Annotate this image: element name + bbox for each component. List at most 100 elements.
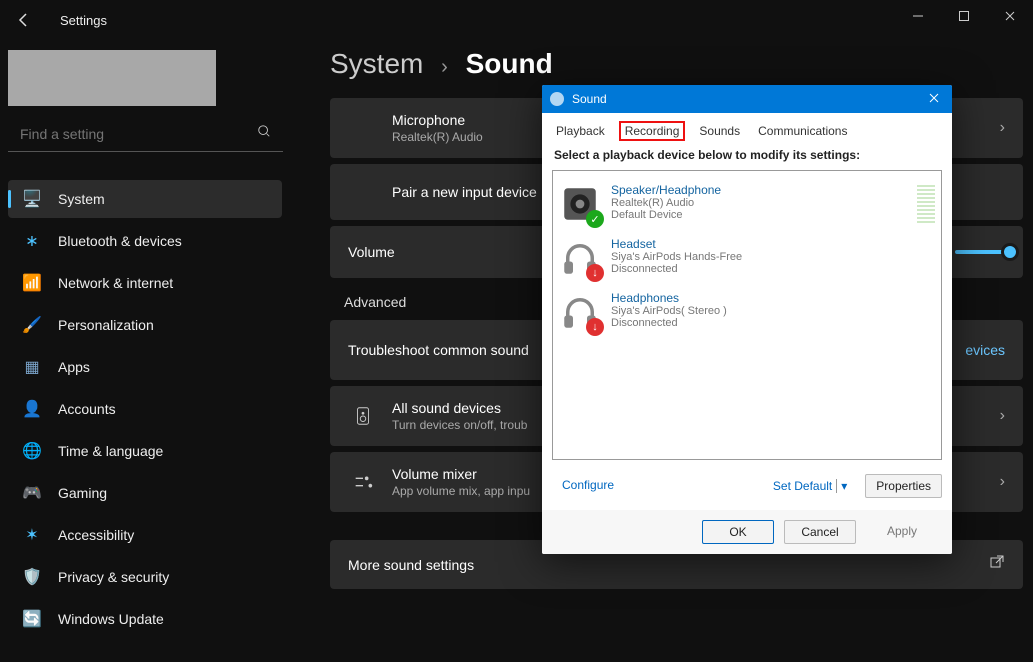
profile-block xyxy=(8,50,216,106)
breadcrumb-leaf: Sound xyxy=(466,48,553,79)
chevron-right-icon: › xyxy=(1000,119,1005,137)
nav-label: Privacy & security xyxy=(58,569,169,585)
device-icon: ✓ xyxy=(559,183,601,225)
breadcrumb: System › Sound xyxy=(330,48,1023,80)
minimize-button[interactable] xyxy=(895,0,941,32)
nav-icon: 🌐 xyxy=(22,441,42,461)
volume-slider-thumb[interactable] xyxy=(1001,243,1019,261)
set-default-button[interactable]: Set Default ▾ xyxy=(763,474,857,498)
device-driver: Siya's AirPods Hands-Free xyxy=(611,251,742,263)
volume-slider[interactable] xyxy=(955,250,1005,254)
tab-communications[interactable]: Communications xyxy=(754,121,851,141)
devices-link[interactable]: evices xyxy=(965,342,1005,358)
sidebar-item-gaming[interactable]: 🎮 Gaming xyxy=(8,474,282,512)
tab-recording[interactable]: Recording xyxy=(619,121,686,141)
apply-button[interactable]: Apply xyxy=(866,520,938,544)
more-sound-label: More sound settings xyxy=(348,557,474,573)
dialog-tabs: Playback Recording Sounds Communications xyxy=(552,121,942,142)
device-status: Disconnected xyxy=(611,263,742,275)
maximize-button[interactable] xyxy=(941,0,987,32)
sidebar-item-apps[interactable]: ▦ Apps xyxy=(8,348,282,386)
nav-icon: 🛡️ xyxy=(22,567,42,587)
external-link-icon xyxy=(989,554,1005,575)
device-row[interactable]: ↓HeadphonesSiya's AirPods( Stereo )Disco… xyxy=(559,285,935,339)
level-meter xyxy=(917,183,935,225)
breadcrumb-sep: › xyxy=(441,56,448,78)
breadcrumb-root[interactable]: System xyxy=(330,48,423,79)
mixer-title: Volume mixer xyxy=(392,466,530,482)
nav-icon: ▦ xyxy=(22,357,42,377)
nav-icon: ✶ xyxy=(22,525,42,545)
nav-icon: ∗ xyxy=(22,231,42,251)
sidebar-item-personalization[interactable]: 🖌️ Personalization xyxy=(8,306,282,344)
device-icon: ↓ xyxy=(559,237,601,279)
sound-dialog: Sound Playback Recording Sounds Communicati… xyxy=(542,85,952,554)
nav-label: Time & language xyxy=(58,443,163,459)
speaker-settings-icon xyxy=(348,405,378,427)
sidebar-item-network-internet[interactable]: 📶 Network & internet xyxy=(8,264,282,302)
tab-sounds[interactable]: Sounds xyxy=(695,121,744,141)
sidebar-item-windows-update[interactable]: 🔄 Windows Update xyxy=(8,600,282,638)
close-button[interactable] xyxy=(987,0,1033,32)
pair-title: Pair a new input device xyxy=(392,184,537,200)
device-name: Headphones xyxy=(611,291,727,305)
sidebar-item-system[interactable]: 🖥️ System xyxy=(8,180,282,218)
device-driver: Siya's AirPods( Stereo ) xyxy=(611,305,727,317)
tab-playback[interactable]: Playback xyxy=(552,121,609,141)
dialog-instruction: Select a playback device below to modify… xyxy=(554,148,942,162)
search-input[interactable] xyxy=(20,126,257,142)
chevron-right-icon: › xyxy=(1000,407,1005,425)
device-icon: ↓ xyxy=(559,291,601,333)
app-title: Settings xyxy=(60,13,107,28)
all-devices-title: All sound devices xyxy=(392,400,527,416)
troubleshoot-label: Troubleshoot common sound xyxy=(348,342,529,358)
nav-icon: 🖌️ xyxy=(22,315,42,335)
cancel-button[interactable]: Cancel xyxy=(784,520,856,544)
device-row[interactable]: ✓Speaker/HeadphoneRealtek(R) AudioDefaul… xyxy=(559,177,935,231)
sidebar-item-accessibility[interactable]: ✶Accessibility xyxy=(8,516,282,554)
nav-label: Personalization xyxy=(58,317,154,333)
sidebar: 🖥️ System ∗ Bluetooth & devices 📶 Network & i… xyxy=(0,40,290,650)
device-name: Headset xyxy=(611,237,742,251)
sidebar-item-bluetooth-devices[interactable]: ∗ Bluetooth & devices xyxy=(8,222,282,260)
device-status: Default Device xyxy=(611,209,721,221)
nav-icon: 👤 xyxy=(22,399,42,419)
down-arrow-icon: ↓ xyxy=(586,264,604,282)
nav-label: Gaming xyxy=(58,485,107,501)
nav-icon: 🎮 xyxy=(22,483,42,503)
back-button[interactable] xyxy=(12,8,36,32)
chevron-right-icon: › xyxy=(1000,473,1005,491)
nav-icon: 🔄 xyxy=(22,609,42,629)
titlebar: Settings xyxy=(0,0,1033,40)
set-default-label: Set Default xyxy=(773,479,832,493)
nav-label: Windows Update xyxy=(58,611,164,627)
down-arrow-icon: ↓ xyxy=(586,318,604,336)
nav-label: Bluetooth & devices xyxy=(58,233,182,249)
sidebar-item-privacy-security[interactable]: 🛡️ Privacy & security xyxy=(8,558,282,596)
sidebar-item-time-language[interactable]: 🌐 Time & language xyxy=(8,432,282,470)
device-list[interactable]: ✓Speaker/HeadphoneRealtek(R) AudioDefaul… xyxy=(552,170,942,460)
dialog-titlebar[interactable]: Sound xyxy=(542,85,952,113)
device-driver: Realtek(R) Audio xyxy=(611,197,721,209)
dialog-close-button[interactable] xyxy=(924,92,944,107)
microphone-title: Microphone xyxy=(392,112,483,128)
nav-label: System xyxy=(58,191,105,207)
search-field[interactable] xyxy=(8,116,283,152)
configure-button[interactable]: Configure xyxy=(552,474,624,498)
nav-icon: 📶 xyxy=(22,273,42,293)
dialog-title: Sound xyxy=(572,92,607,106)
nav-label: Network & internet xyxy=(58,275,173,291)
ok-button[interactable]: OK xyxy=(702,520,774,544)
nav-label: Apps xyxy=(58,359,90,375)
all-devices-sub: Turn devices on/off, troub xyxy=(392,418,527,432)
nav-label: Accounts xyxy=(58,401,116,417)
device-row[interactable]: ↓ HeadsetSiya's AirPods Hands-FreeDisconn… xyxy=(559,231,935,285)
nav-icon: 🖥️ xyxy=(22,189,42,209)
sidebar-item-accounts[interactable]: 👤 Accounts xyxy=(8,390,282,428)
search-icon xyxy=(257,124,271,143)
nav-list: 🖥️ System ∗ Bluetooth & devices 📶 Network & i… xyxy=(8,180,282,638)
window-controls xyxy=(895,0,1033,32)
dropdown-icon[interactable]: ▾ xyxy=(836,479,847,493)
sound-dialog-icon xyxy=(550,92,564,106)
properties-button[interactable]: Properties xyxy=(865,474,942,498)
